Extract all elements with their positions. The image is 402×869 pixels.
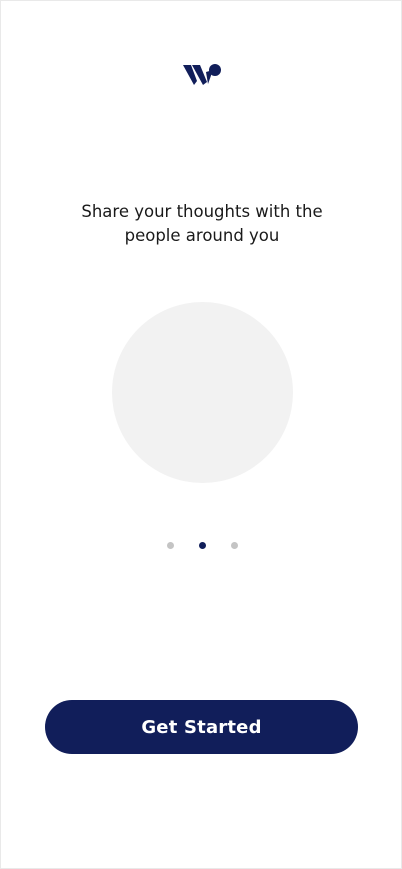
onboarding-illustration xyxy=(112,302,293,483)
page-indicator-dot-2[interactable] xyxy=(199,542,206,549)
page-indicator-dot-1[interactable] xyxy=(167,542,174,549)
page-indicator-dot-3[interactable] xyxy=(231,542,238,549)
get-started-button[interactable]: Get Started xyxy=(45,700,358,754)
w-logo-icon xyxy=(183,64,221,85)
onboarding-screen: Share your thoughts with the people arou… xyxy=(0,0,402,869)
page-indicator xyxy=(1,542,402,550)
onboarding-message: Share your thoughts with the people arou… xyxy=(81,202,323,245)
